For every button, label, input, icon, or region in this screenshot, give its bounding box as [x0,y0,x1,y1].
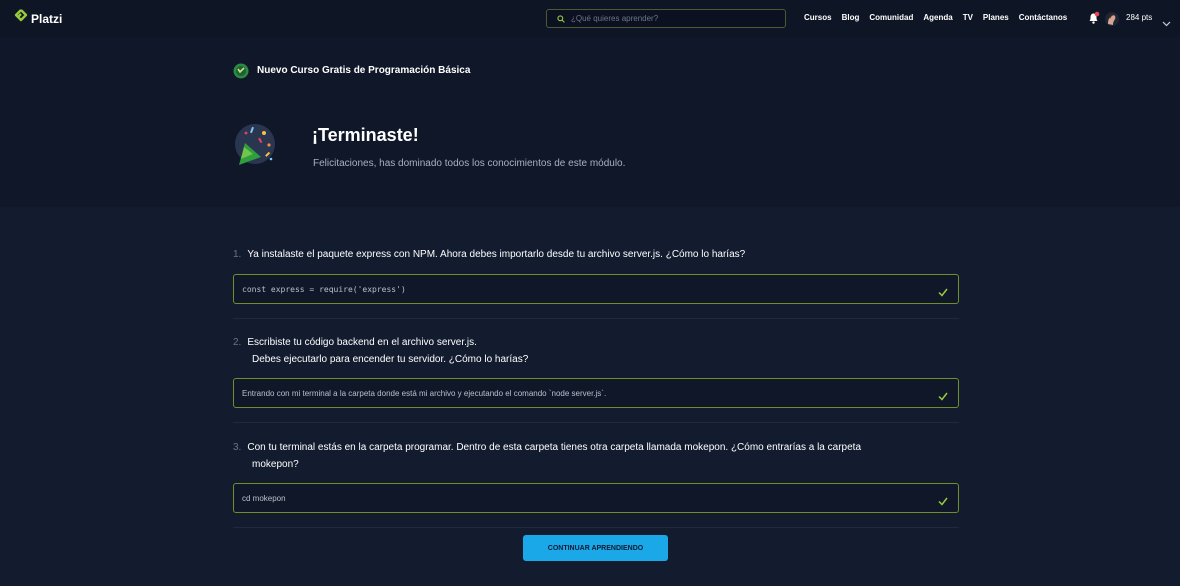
divider [233,527,959,528]
party-popper-icon [231,121,277,174]
platzi-logo-icon [14,9,28,28]
check-icon [938,493,948,511]
search-icon [557,10,565,28]
question-text: 1. Ya instalaste el paquete express con N… [233,246,745,263]
nav-tv[interactable]: TV [963,13,973,22]
answer-field-3[interactable]: cd mokepon [233,483,959,513]
top-navbar: Platzi ¿Qué quieres aprender? Cursos Blo… [0,0,1180,37]
answer-text: cd mokepon [242,493,286,503]
search-placeholder: ¿Qué quieres aprender? [571,14,659,23]
course-title: Nuevo Curso Gratis de Programación Básic… [257,65,471,76]
answer-field-2[interactable]: Entrando con mi terminal a la carpeta do… [233,378,959,408]
check-icon [938,388,948,406]
chevron-down-icon[interactable] [1162,14,1171,32]
points-count: 284 pts [1126,13,1153,22]
check-icon [938,284,948,302]
question-line: Ya instalaste el paquete express con NPM… [247,249,746,260]
question-line: Con tu terminal estás en la carpeta prog… [247,442,862,453]
question-text: 2. Escribiste tu código backend en el arc… [233,334,528,351]
nav-agenda[interactable]: Agenda [923,13,952,22]
divider [233,422,959,423]
divider [233,318,959,319]
nav-comunidad[interactable]: Comunidad [869,13,913,22]
question-number: 3. [233,442,242,453]
question-text-line-2: mokepon? [252,459,299,470]
question-line: Escribiste tu código backend en el archi… [247,337,477,348]
question-number: 1. [233,249,242,260]
question-text-line-2: Debes ejecutarlo para encender tu servid… [252,354,529,365]
question-number: 2. [233,337,242,348]
question-text: 3. Con tu terminal estás en la carpeta pr… [233,439,861,456]
answer-text: const express = require('express') [242,284,406,294]
continue-learning-button[interactable]: CONTINUAR APRENDIENDO [523,535,668,561]
nav-planes[interactable]: Planes [983,13,1009,22]
question-1: 1. Ya instalaste el paquete express con N… [233,246,745,263]
nav-blog[interactable]: Blog [842,13,860,22]
question-2: 2. Escribiste tu código backend en el arc… [233,334,528,368]
logo-text: Platzi [31,11,63,26]
platzi-logo[interactable]: Platzi [14,9,62,28]
answer-field-1[interactable]: const express = require('express') [233,274,959,304]
nav-contactanos[interactable]: Contáctanos [1019,13,1067,22]
finish-subtitle: Felicitaciones, has dominado todos los c… [313,158,626,169]
course-badge-icon [233,63,249,84]
question-3: 3. Con tu terminal estás en la carpeta pr… [233,439,861,473]
notification-bell-icon[interactable] [1087,11,1100,30]
answer-text: Entrando con mi terminal a la carpeta do… [242,388,607,398]
search-input[interactable]: ¿Qué quieres aprender? [546,9,786,28]
avatar[interactable] [1104,11,1120,32]
completion-hero: Nuevo Curso Gratis de Programación Básic… [0,37,1180,207]
main-nav: Cursos Blog Comunidad Agenda TV Planes C… [804,13,1067,22]
finish-title: ¡Terminaste! [312,125,419,145]
nav-cursos[interactable]: Cursos [804,13,832,22]
